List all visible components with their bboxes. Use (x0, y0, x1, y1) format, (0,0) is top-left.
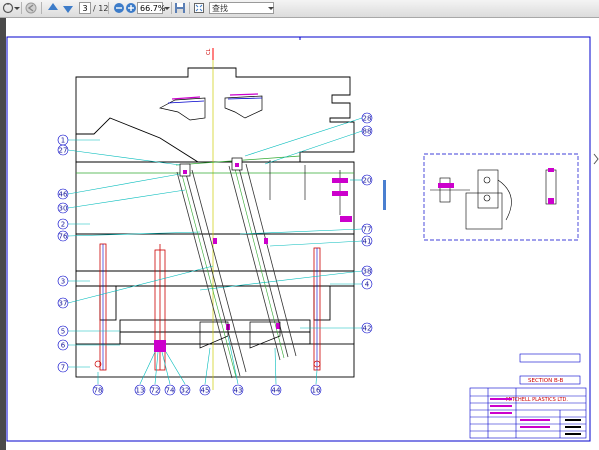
section-bb-view (423, 153, 579, 241)
callout-7: 7 (61, 364, 65, 372)
callout-1: 1 (61, 137, 65, 145)
title-block (469, 387, 587, 439)
mold-body-outline (75, 67, 355, 378)
callout-6: 6 (61, 342, 66, 350)
pdf-toolbar: 3 / 12 66.7% 查找 (0, 0, 599, 18)
callout-72: 72 (151, 387, 160, 395)
section-label: SECTION B-B (528, 378, 564, 384)
callout-38: 38 (363, 268, 372, 276)
bolt-heads-right (332, 178, 352, 222)
callout-16: 16 (312, 387, 321, 395)
svg-text:CL: CL (206, 49, 212, 55)
callout-88: 88 (363, 128, 372, 136)
save-icon[interactable] (173, 1, 187, 15)
callout-4: 4 (365, 281, 370, 289)
callout-43: 43 (234, 387, 243, 395)
angled-lifter-left (176, 169, 247, 379)
zoom-dropdown-icon[interactable] (163, 1, 170, 15)
callout-42: 42 (363, 325, 372, 333)
callout-28: 28 (363, 115, 372, 123)
callout-20: 20 (363, 177, 372, 185)
zoom-level-input[interactable]: 66.7% (137, 2, 165, 14)
page-number-input[interactable]: 3 (79, 2, 91, 14)
zoom-in-icon[interactable] (124, 1, 138, 15)
callout-78: 78 (94, 387, 103, 395)
callouts-left (57, 134, 69, 373)
callout-32: 32 (181, 387, 190, 395)
callout-41: 41 (363, 238, 372, 246)
scroll-right-icon[interactable] (593, 150, 599, 165)
drawing-page: CL 1 27 46 30 2 76 3 37 5 6 7 28 88 20 7… (6, 18, 599, 450)
next-page-icon[interactable] (61, 1, 75, 15)
tools-menu-icon[interactable] (1, 1, 15, 15)
callout-2: 2 (61, 221, 65, 229)
find-dropdown-icon[interactable] (267, 1, 274, 15)
page-total: / 12 (93, 3, 109, 13)
callout-74: 74 (166, 387, 175, 395)
previous-page-icon[interactable] (46, 1, 60, 15)
callout-44: 44 (272, 387, 281, 395)
callout-30: 30 (59, 205, 68, 213)
section-note-vertical (383, 180, 386, 210)
find-input[interactable]: 查找 (209, 2, 274, 14)
company-name: MITCHELL PLASTICS LTD. (506, 397, 568, 403)
callout-13: 13 (136, 387, 145, 395)
fit-page-icon[interactable] (192, 1, 206, 15)
angled-lifter-right (228, 163, 297, 361)
callout-27: 27 (59, 147, 68, 155)
dropdown-arrow-icon[interactable] (14, 1, 20, 15)
callout-77: 77 (363, 226, 372, 234)
callout-76: 76 (59, 233, 68, 241)
history-back-icon[interactable] (24, 1, 38, 15)
callout-37: 37 (59, 300, 68, 308)
callout-46: 46 (59, 191, 68, 199)
mold-drawing: CL 1 27 46 30 2 76 3 37 5 6 7 28 88 20 7… (6, 36, 591, 442)
callout-5: 5 (61, 328, 65, 336)
callouts-right (361, 112, 373, 334)
callout-3: 3 (61, 278, 65, 286)
callout-45: 45 (201, 387, 210, 395)
